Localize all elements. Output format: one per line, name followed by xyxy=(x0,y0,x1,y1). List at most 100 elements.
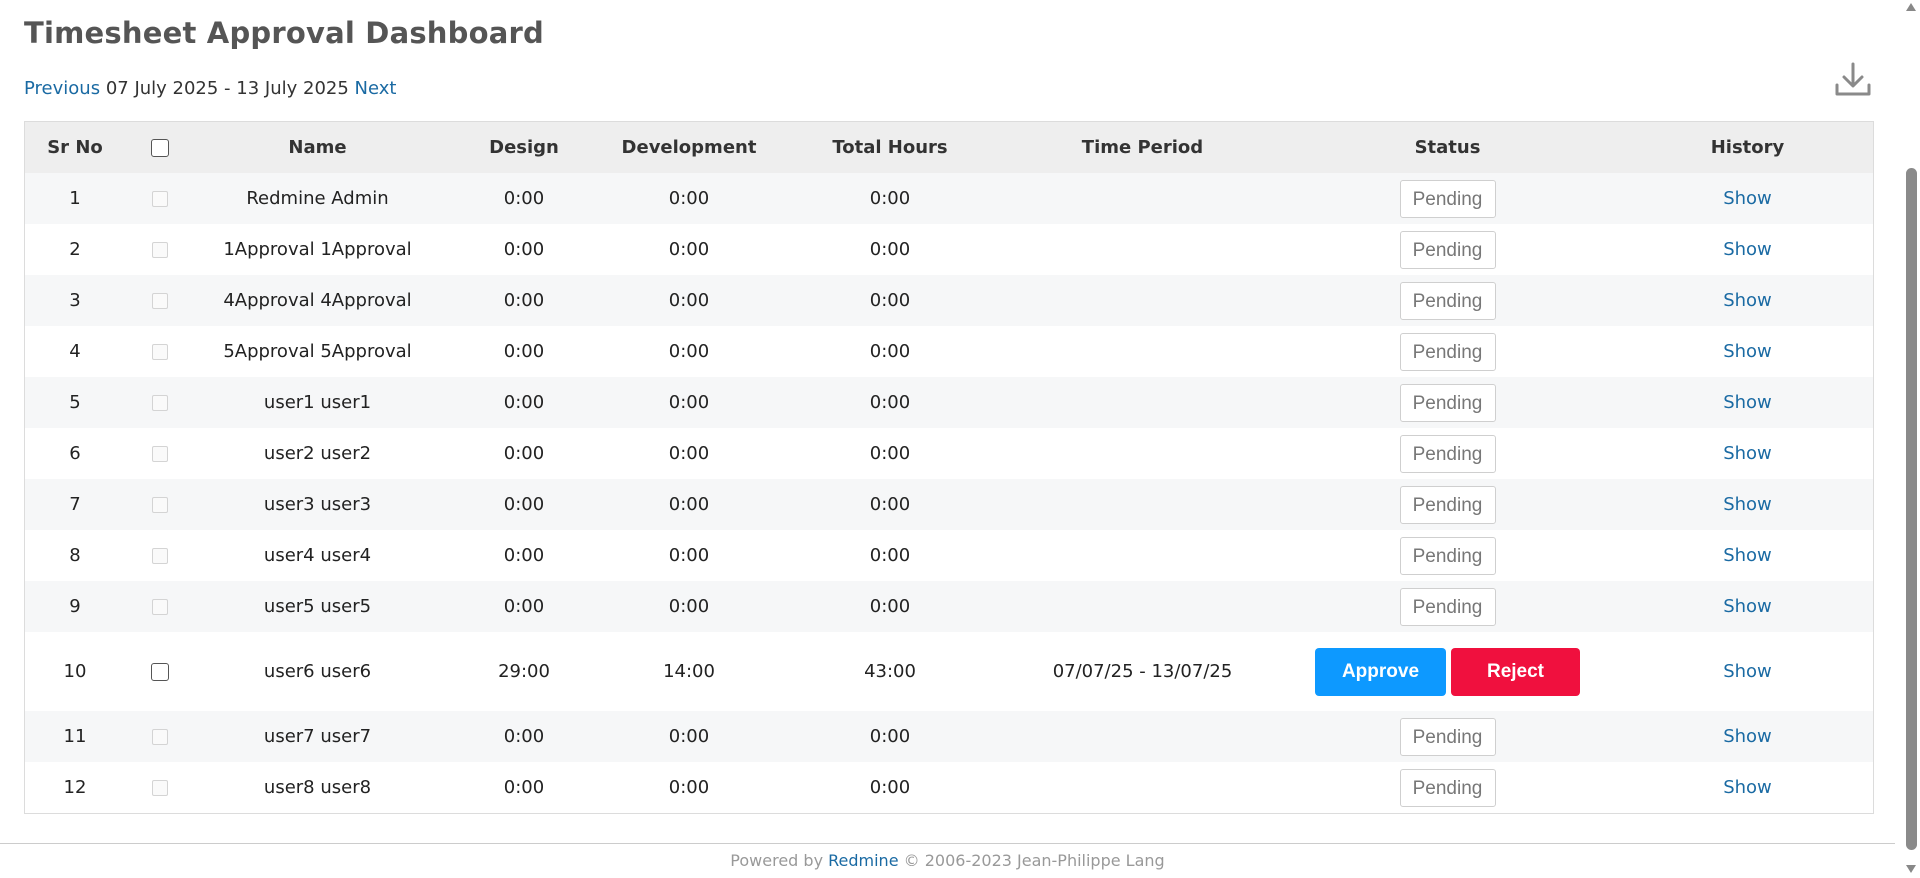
pending-status-button: Pending xyxy=(1399,717,1496,756)
design-cell: 0:00 xyxy=(440,479,608,530)
row-checkbox-disabled xyxy=(152,729,168,745)
time-period-cell xyxy=(1010,377,1275,428)
status-cell: Pending xyxy=(1275,377,1620,428)
column-header-total-hours: Total Hours xyxy=(770,122,1010,173)
total-hours-cell: 0:00 xyxy=(770,711,1010,762)
footer-powered-by: Powered by xyxy=(730,851,824,870)
table-row: 6 user2 user2 0:00 0:00 0:00 Pending Show xyxy=(25,428,1873,479)
week-navigation: Previous 07 July 2025 - 13 July 2025 Nex… xyxy=(24,78,396,99)
sr-no-cell: 8 xyxy=(25,530,125,581)
history-cell: Show xyxy=(1620,377,1873,428)
history-cell: Show xyxy=(1620,173,1873,224)
development-cell: 0:00 xyxy=(608,530,770,581)
column-header-status: Status xyxy=(1275,122,1620,173)
name-cell: Redmine Admin xyxy=(195,173,440,224)
sr-no-cell: 10 xyxy=(25,632,125,711)
history-show-link[interactable]: Show xyxy=(1723,661,1772,682)
total-hours-cell: 0:00 xyxy=(770,224,1010,275)
vertical-scrollbar[interactable] xyxy=(1902,0,1920,878)
history-show-link[interactable]: Show xyxy=(1723,443,1772,464)
history-show-link[interactable]: Show xyxy=(1723,239,1772,260)
row-checkbox-disabled xyxy=(152,191,168,207)
design-cell: 0:00 xyxy=(440,711,608,762)
table-row: 8 user4 user4 0:00 0:00 0:00 Pending Show xyxy=(25,530,1873,581)
checkbox-cell xyxy=(125,711,195,762)
design-cell: 0:00 xyxy=(440,581,608,632)
sr-no-cell: 11 xyxy=(25,711,125,762)
history-cell: Show xyxy=(1620,632,1873,711)
history-show-link[interactable]: Show xyxy=(1723,290,1772,311)
total-hours-cell: 0:00 xyxy=(770,762,1010,813)
sr-no-cell: 7 xyxy=(25,479,125,530)
timesheet-table: Sr No Name Design Development Total Hour… xyxy=(24,121,1874,814)
sr-no-cell: 6 xyxy=(25,428,125,479)
pending-status-button: Pending xyxy=(1399,587,1496,626)
development-cell: 0:00 xyxy=(608,275,770,326)
status-cell: Approve Reject xyxy=(1275,632,1620,711)
history-show-link[interactable]: Show xyxy=(1723,726,1772,747)
time-period-cell: 07/07/25 - 13/07/25 xyxy=(1010,632,1275,711)
name-cell: 1Approval 1Approval xyxy=(195,224,440,275)
time-period-cell xyxy=(1010,762,1275,813)
checkbox-cell xyxy=(125,581,195,632)
reject-button[interactable]: Reject xyxy=(1451,647,1580,696)
total-hours-cell: 0:00 xyxy=(770,479,1010,530)
history-show-link[interactable]: Show xyxy=(1723,777,1772,798)
history-show-link[interactable]: Show xyxy=(1723,494,1772,515)
total-hours-cell: 43:00 xyxy=(770,632,1010,711)
checkbox-cell xyxy=(125,326,195,377)
status-cell: Pending xyxy=(1275,326,1620,377)
row-checkbox[interactable] xyxy=(151,663,169,681)
footer-redmine-link[interactable]: Redmine xyxy=(828,851,898,870)
pending-status-button: Pending xyxy=(1399,281,1496,320)
table-row: 5 user1 user1 0:00 0:00 0:00 Pending Show xyxy=(25,377,1873,428)
row-checkbox-disabled xyxy=(152,242,168,258)
design-cell: 0:00 xyxy=(440,326,608,377)
sr-no-cell: 1 xyxy=(25,173,125,224)
history-show-link[interactable]: Show xyxy=(1723,392,1772,413)
checkbox-cell xyxy=(125,377,195,428)
scrollbar-thumb[interactable] xyxy=(1906,168,1917,850)
column-header-time-period: Time Period xyxy=(1010,122,1275,173)
sr-no-cell: 5 xyxy=(25,377,125,428)
history-show-link[interactable]: Show xyxy=(1723,545,1772,566)
development-cell: 0:00 xyxy=(608,479,770,530)
row-checkbox-disabled xyxy=(152,395,168,411)
history-show-link[interactable]: Show xyxy=(1723,341,1772,362)
development-cell: 0:00 xyxy=(608,173,770,224)
column-header-history: History xyxy=(1620,122,1873,173)
table-header-row: Sr No Name Design Development Total Hour… xyxy=(25,122,1873,173)
history-cell: Show xyxy=(1620,275,1873,326)
history-cell: Show xyxy=(1620,762,1873,813)
time-period-cell xyxy=(1010,530,1275,581)
table-row: 10 user6 user6 29:00 14:00 43:00 07/07/25 - 1… xyxy=(25,632,1873,711)
design-cell: 0:00 xyxy=(440,762,608,813)
status-cell: Pending xyxy=(1275,762,1620,813)
next-week-link[interactable]: Next xyxy=(355,78,397,99)
total-hours-cell: 0:00 xyxy=(770,530,1010,581)
pending-status-button: Pending xyxy=(1399,485,1496,524)
table-row: 1 Redmine Admin 0:00 0:00 0:00 Pending Show xyxy=(25,173,1873,224)
development-cell: 14:00 xyxy=(608,632,770,711)
design-cell: 0:00 xyxy=(440,173,608,224)
history-cell: Show xyxy=(1620,479,1873,530)
select-all-checkbox[interactable] xyxy=(151,139,169,157)
download-icon[interactable] xyxy=(1832,58,1874,100)
row-checkbox-disabled xyxy=(152,599,168,615)
development-cell: 0:00 xyxy=(608,581,770,632)
name-cell: user6 user6 xyxy=(195,632,440,711)
total-hours-cell: 0:00 xyxy=(770,428,1010,479)
approve-button[interactable]: Approve xyxy=(1315,647,1446,696)
name-cell: 5Approval 5Approval xyxy=(195,326,440,377)
scroll-down-icon[interactable] xyxy=(1906,865,1916,873)
history-show-link[interactable]: Show xyxy=(1723,188,1772,209)
history-show-link[interactable]: Show xyxy=(1723,596,1772,617)
scroll-up-icon[interactable] xyxy=(1906,3,1916,11)
total-hours-cell: 0:00 xyxy=(770,173,1010,224)
table-row: 4 5Approval 5Approval 0:00 0:00 0:00 Pending S… xyxy=(25,326,1873,377)
previous-week-link[interactable]: Previous xyxy=(24,78,100,99)
checkbox-cell xyxy=(125,173,195,224)
name-cell: user8 user8 xyxy=(195,762,440,813)
checkbox-cell xyxy=(125,632,195,711)
time-period-cell xyxy=(1010,173,1275,224)
